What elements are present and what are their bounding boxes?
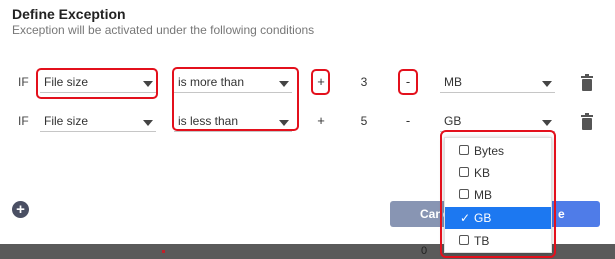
value-input[interactable]: 3 (349, 75, 379, 89)
highlight-field-select (36, 68, 158, 99)
page-title: Define Exception (12, 6, 126, 22)
trash-icon[interactable] (580, 74, 594, 92)
unit-select-value: GB (444, 114, 462, 128)
unit-select[interactable]: GB (440, 112, 555, 132)
highlight-unit-dropdown (440, 130, 556, 258)
increment-button[interactable]: + (314, 113, 328, 128)
highlight-increment-button (311, 69, 330, 95)
trash-icon[interactable] (580, 113, 594, 131)
if-label: IF (18, 75, 29, 89)
status-dot (162, 250, 165, 253)
unit-select[interactable]: MB (440, 73, 555, 93)
decrement-button[interactable]: - (401, 113, 415, 128)
field-select-value: File size (44, 114, 89, 128)
highlight-decrement-button (398, 69, 418, 95)
page-subtitle: Exception will be activated under the fo… (12, 23, 315, 37)
highlight-operator-selects (172, 67, 299, 131)
add-condition-button[interactable]: + (12, 201, 29, 218)
chevron-down-icon (542, 81, 552, 87)
field-select[interactable]: File size (40, 112, 156, 132)
chevron-down-icon (542, 120, 552, 126)
if-label: IF (18, 114, 29, 128)
unit-select-value: MB (444, 75, 462, 89)
chevron-down-icon (143, 120, 153, 126)
footer-value: 0 (421, 245, 428, 257)
value-input[interactable]: 5 (349, 114, 379, 128)
